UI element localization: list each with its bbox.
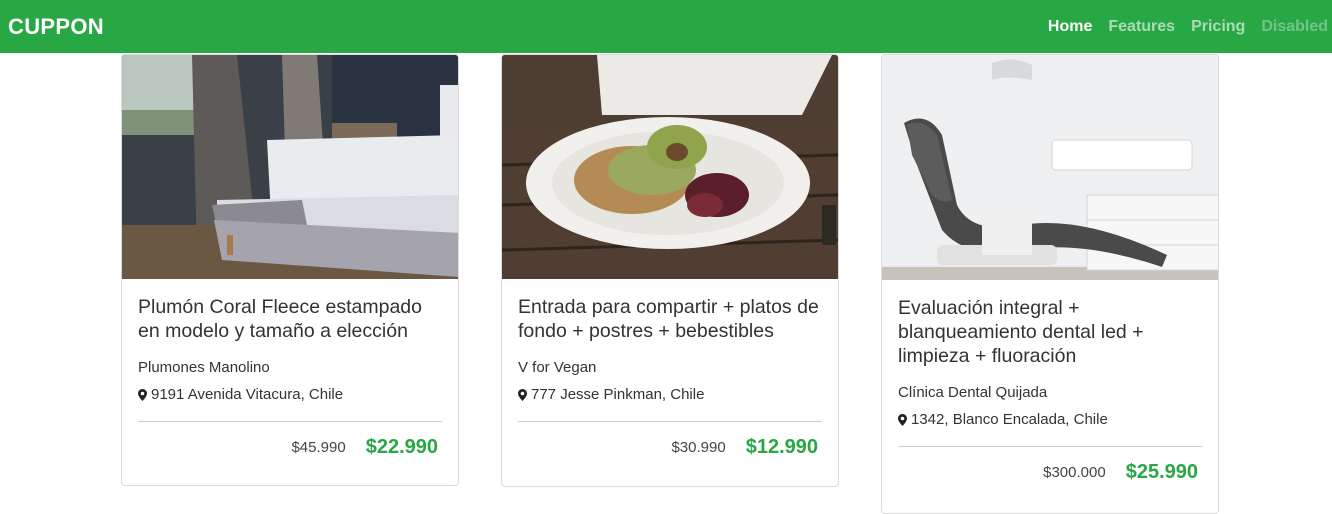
address: 1342, Blanco Encalada, Chile <box>911 411 1108 428</box>
merchant-name: Plumones Manolino <box>138 359 270 376</box>
deal-title[interactable]: Entrada para compartir + platos de fondo… <box>518 295 822 343</box>
address: 777 Jesse Pinkman, Chile <box>531 386 705 403</box>
map-marker-icon <box>518 388 527 401</box>
navbar: CUPPON Home Features Pricing Disabled <box>0 0 1332 53</box>
price-row: $30.990 $12.990 <box>518 422 822 475</box>
deal-title[interactable]: Evaluación integral + blanqueamiento den… <box>898 296 1202 368</box>
price-row: $300.000 $25.990 <box>898 447 1202 500</box>
nav-link-pricing[interactable]: Pricing <box>1191 18 1245 36</box>
original-price: $30.990 <box>671 439 726 456</box>
dental-chair-photo <box>882 55 1218 280</box>
original-price: $300.000 <box>1043 464 1106 481</box>
location: 1342, Blanco Encalada, Chile <box>898 411 1202 428</box>
card-body: Plumón Coral Fleece estampado en modelo … <box>122 279 458 475</box>
discount-price: $25.990 <box>1125 461 1198 483</box>
deal-card[interactable]: Plumón Coral Fleece estampado en modelo … <box>121 54 459 486</box>
discount-price: $22.990 <box>365 436 438 458</box>
bedroom-photo <box>122 55 458 279</box>
card-body: Evaluación integral + blanqueamiento den… <box>882 280 1218 500</box>
deal-title[interactable]: Plumón Coral Fleece estampado en modelo … <box>138 295 442 343</box>
merchant-name: Clínica Dental Quijada <box>898 384 1048 401</box>
deal-card[interactable]: Evaluación integral + blanqueamiento den… <box>881 54 1219 514</box>
location: 9191 Avenida Vitacura, Chile <box>138 386 442 403</box>
price-row: $45.990 $22.990 <box>138 422 442 475</box>
address: 9191 Avenida Vitacura, Chile <box>151 386 344 403</box>
card-body: Entrada para compartir + platos de fondo… <box>502 279 838 475</box>
nav-link-home[interactable]: Home <box>1048 18 1092 36</box>
map-marker-icon <box>898 413 907 426</box>
merchant-name: V for Vegan <box>518 359 597 376</box>
nav-link-disabled: Disabled <box>1261 17 1328 35</box>
nav-link-features[interactable]: Features <box>1108 18 1175 36</box>
deal-card[interactable]: Entrada para compartir + platos de fondo… <box>501 54 839 487</box>
vegan-food-photo <box>502 55 838 279</box>
location: 777 Jesse Pinkman, Chile <box>518 386 822 403</box>
nav-links: Home Features Pricing Disabled <box>1048 18 1328 36</box>
brand-logo[interactable]: CUPPON <box>8 14 104 40</box>
discount-price: $12.990 <box>745 436 818 458</box>
map-marker-icon <box>138 388 147 401</box>
original-price: $45.990 <box>291 439 346 456</box>
